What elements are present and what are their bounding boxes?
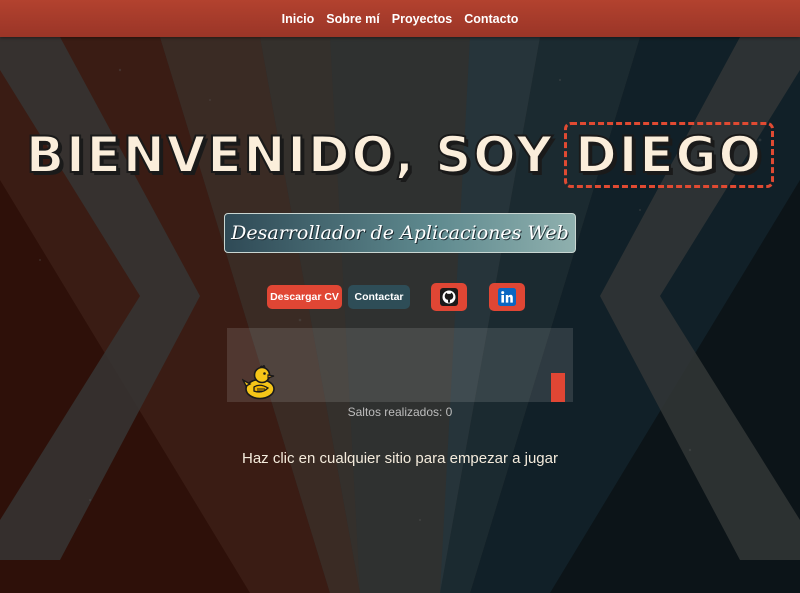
subtitle-banner: Desarrollador de Aplicaciones Web [224,213,576,253]
nav-link-inicio[interactable]: Inicio [282,12,315,26]
nav-link-sobre-mi[interactable]: Sobre mí [326,12,380,26]
contact-button[interactable]: Contactar [348,285,410,309]
github-button[interactable] [431,283,467,311]
jumps-counter: Saltos realizados: 0 [347,405,453,419]
hero-title-prefix: BIENVENIDO, SOY [25,125,555,185]
linkedin-button[interactable] [489,283,525,311]
subtitle-text: Desarrollador de Aplicaciones Web [231,222,569,244]
duck-player [242,365,275,400]
game-area[interactable] [227,328,573,402]
hero-title-name: DIEGO [564,122,775,188]
nav-link-contacto[interactable]: Contacto [464,12,518,26]
game-obstacle [551,373,565,402]
top-nav: Inicio Sobre mí Proyectos Contacto [0,0,800,37]
download-cv-button[interactable]: Descargar CV [267,285,342,309]
nav-link-proyectos[interactable]: Proyectos [392,12,452,26]
hero-title: BIENVENIDO, SOY DIEGO [0,122,800,188]
linkedin-icon [498,288,516,306]
play-hint: Haz clic en cualquier sitio para empezar… [242,450,558,467]
github-icon [440,288,458,306]
